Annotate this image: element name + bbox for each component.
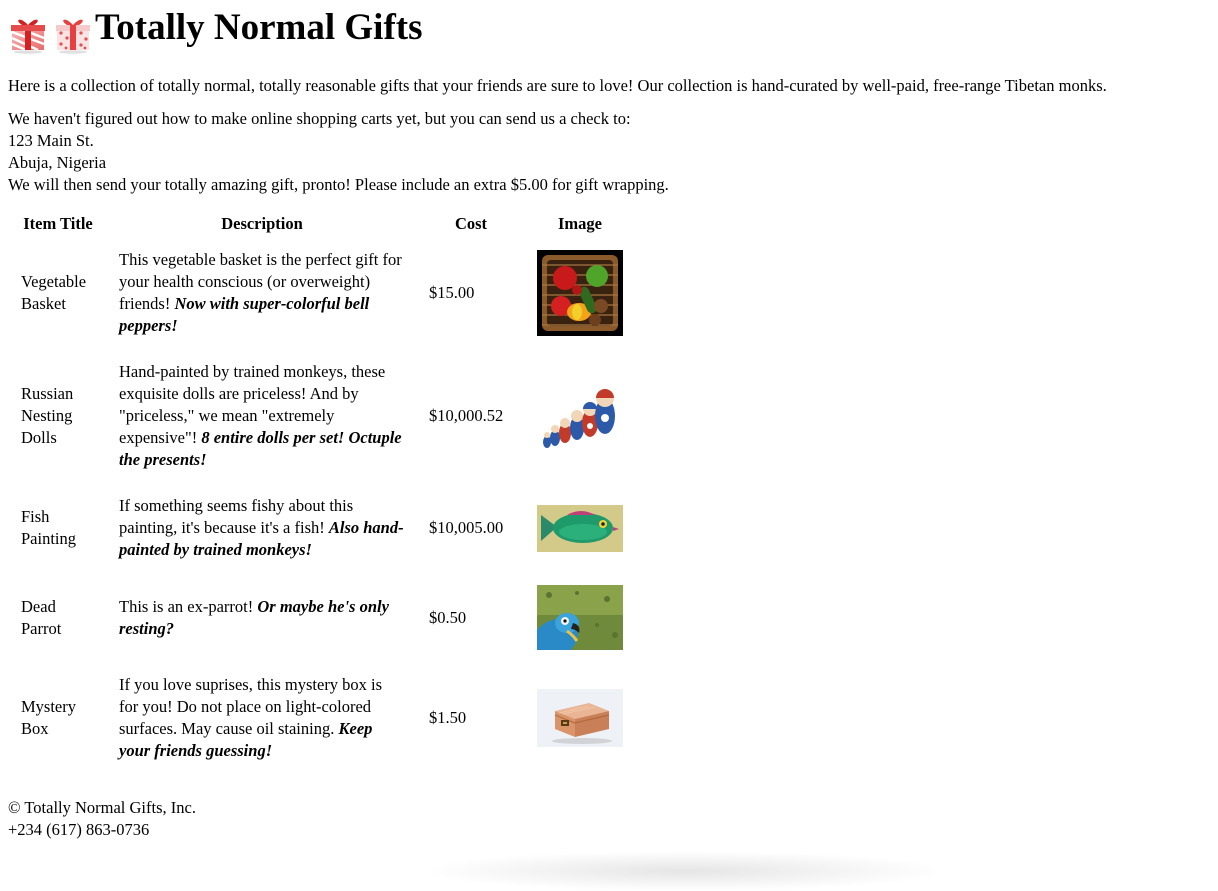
header-image: Image [558,214,602,233]
table-row: Fish Painting If something seems fishy a… [10,484,634,572]
phone-number: +234 (617) 863-0736 [8,820,150,839]
header-cost: Cost [454,214,488,233]
item-description: This is an ex-parrot! Or maybe he's only… [108,574,416,661]
table-row: Dead Parrot This is an ex-parrot! Or may… [10,574,634,661]
address-street: 123 Main St. [8,131,94,150]
header-description: Description [221,214,303,233]
address-block: We haven't figured out how to make onlin… [8,108,1210,196]
table-header-row: Item Title Description Cost Image [10,212,634,236]
gift-icon [53,14,93,54]
item-cost: $15.00 [429,283,475,302]
intro-text: Here is a collection of totally normal, … [8,76,1107,95]
page-footer: © Totally Normal Gifts, Inc. +234 (617) … [8,797,1210,841]
vegetable-basket-image [537,250,623,336]
item-description: Hand-painted by trained monkeys, these e… [108,350,416,482]
item-description: This vegetable basket is the perfect gif… [108,238,416,348]
page: Totally Normal Gifts Here is a collectio… [0,0,1218,841]
bottom-shadow [420,851,950,891]
page-title: Totally Normal Gifts [95,7,423,48]
item-title: Vegetable Basket [21,272,87,313]
table-row: Russian Nesting Dolls Hand-painted by tr… [10,350,634,482]
item-description: If you love suprises, this mystery box i… [108,663,416,773]
parrot-image [537,585,623,650]
item-cost: $1.50 [429,708,467,727]
item-cost: $0.50 [429,607,467,627]
description-text: This is an ex-parrot! [119,596,258,616]
gift-table: Item Title Description Cost Image Vegeta… [8,210,636,775]
item-title: Fish Painting [21,507,77,548]
item-title: Dead Parrot [21,596,62,638]
copyright-text: © Totally Normal Gifts, Inc. [8,798,196,817]
item-title: Russian Nesting Dolls [21,384,74,447]
fish-painting-image [537,504,623,552]
delivery-note: We will then send your totally amazing g… [8,175,669,194]
mystery-box-image [537,689,623,747]
description-text: If something seems fishy about this pain… [119,496,354,537]
header-item-title: Item Title [23,214,93,233]
page-header: Totally Normal Gifts [8,0,1210,58]
nesting-dolls-image [537,378,623,454]
check-instructions: We haven't figured out how to make onlin… [8,109,631,128]
item-cost: $10,005.00 [429,518,504,537]
item-description: If something seems fishy about this pain… [108,484,416,572]
table-row: Vegetable Basket This vegetable basket i… [10,238,634,348]
gift-icon [8,14,48,54]
table-row: Mystery Box If you love suprises, this m… [10,663,634,773]
address-city: Abuja, Nigeria [8,153,107,172]
item-cost: $10,000.52 [429,406,504,425]
item-title: Mystery Box [21,697,76,738]
